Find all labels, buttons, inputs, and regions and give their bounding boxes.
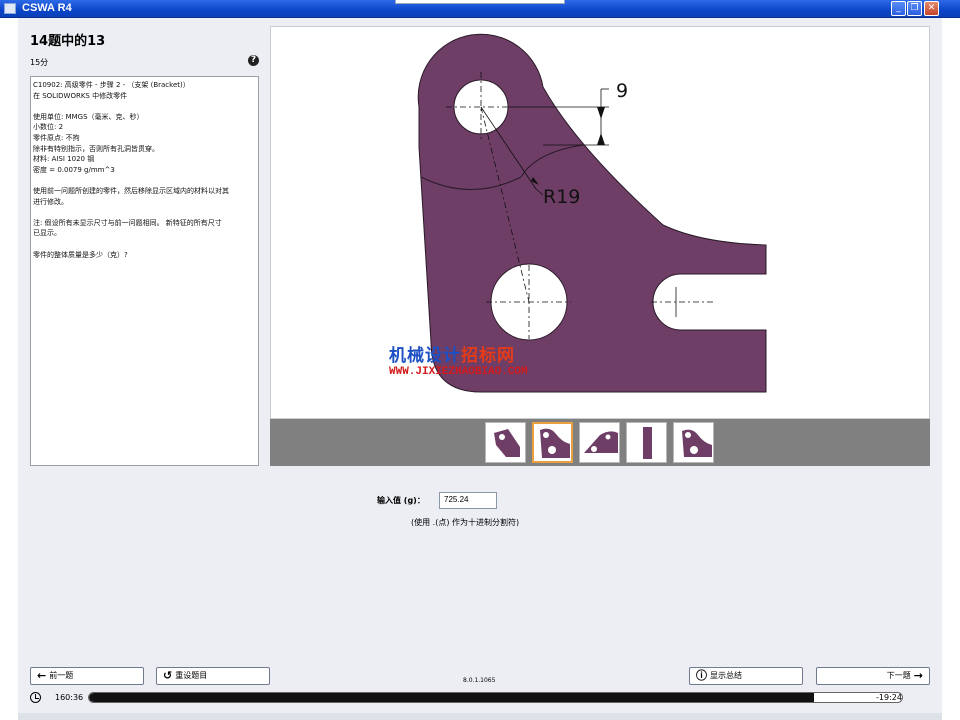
prompt-line: 密度 = 0.0079 g/mm^3 (33, 165, 115, 174)
question-prompt: C10902: 高级零件 - 步骤 2 - （支架 (Bracket)） 在 SO… (30, 76, 259, 466)
prompt-line: 除非有特别指示，否则所有孔洞皆贯穿。 (33, 144, 159, 153)
version-label: 8.0.1.1065 (463, 677, 496, 684)
remaining-time: -19:24 (876, 693, 902, 702)
thumbnail-strip (270, 419, 930, 466)
answer-label: 输入值 (g)： (377, 496, 425, 505)
dim-radius-label: R19 (543, 186, 580, 208)
thumb-back-icon (682, 429, 712, 457)
dim-arrow-up (597, 107, 605, 119)
prompt-line: 进行修改。 (33, 197, 68, 206)
prev-question-label: 前一题 (49, 671, 74, 680)
close-button[interactable]: ✕ (924, 1, 939, 16)
drawing-viewer: 9 R19 机械设计招标网 WWW.JIXIEZHAOBIAO.COM (270, 26, 930, 419)
timer-row: 160:36 -19:24 (30, 690, 932, 706)
answer-hint: (使用 .(点) 作为十进制分割符) (411, 518, 520, 527)
minimize-button[interactable]: _ (891, 1, 906, 16)
app-icon (4, 3, 16, 14)
dim-distance-label: 9 (616, 80, 628, 102)
show-summary-button[interactable]: ⓘ 显示总结 (689, 667, 803, 685)
restore-button[interactable]: ❐ (907, 1, 922, 16)
elapsed-time: 160:36 (55, 693, 84, 702)
window-titlebar: CSWA R4 _ ❐ ✕ (0, 0, 960, 18)
prompt-line (33, 239, 256, 250)
bracket-drawing: 9 R19 (417, 33, 767, 393)
prompt-line: C10902: 高级零件 - 步骤 2 - （支架 (Bracket)） (33, 81, 190, 89)
question-counter: 14题中的13 (30, 34, 106, 49)
thumbnail-view-4[interactable] (626, 422, 667, 463)
thumb-side-icon (584, 431, 618, 453)
clock-icon (30, 692, 41, 703)
time-progress-fill (89, 693, 815, 702)
bracket-part (417, 33, 767, 393)
show-summary-label: 显示总结 (710, 671, 742, 680)
thumbnail-view-3[interactable] (579, 422, 620, 463)
arrow-left-icon: ← (37, 669, 47, 682)
reset-question-label: 重设题目 (175, 671, 208, 680)
prompt-line: 材料: AISI 1020 钢 (33, 155, 95, 164)
prompt-line: 零件原点: 不拘 (33, 133, 80, 142)
window-title: CSWA R4 (22, 2, 72, 14)
reset-question-button[interactable]: ↺ 重设题目 (156, 667, 270, 685)
thumbnail-view-5[interactable] (673, 422, 714, 463)
prompt-line (33, 175, 256, 186)
prompt-line: 使用单位: MMGS（毫米、克、秒） (33, 112, 144, 121)
prev-question-button[interactable]: ← 前一题 (30, 667, 144, 685)
prompt-line: 零件的整体质量是多少（克）? (33, 250, 128, 259)
thumbnail-view-2[interactable] (532, 422, 573, 463)
help-circle-icon[interactable]: ? (248, 55, 259, 66)
horizontal-scrollbar[interactable] (18, 713, 942, 720)
prompt-line: 使用前一问题所创建的零件，然后移除显示区域内的材料以对其 (33, 186, 229, 195)
reset-icon: ↺ (163, 669, 173, 682)
thumb-front-icon (540, 428, 570, 458)
titlebar-overlay-field (395, 0, 565, 4)
question-points: 15分 (30, 58, 49, 67)
prompt-line (33, 207, 256, 218)
thumb-top-icon (643, 427, 652, 459)
prompt-line: 注: 假设所有未显示尺寸与前一问题相同。 新特征的所有尺寸 (33, 218, 222, 227)
watermark-cn-part1: 机械设计 (389, 346, 461, 366)
prompt-line: 已显示。 (33, 229, 61, 238)
prompt-line (33, 101, 256, 112)
thumb-iso-icon (494, 429, 520, 457)
watermark-url: WWW.JIXIEZHAOBIAO.COM (389, 366, 528, 378)
watermark-cn: 机械设计招标网 (389, 341, 515, 366)
watermark-cn-part2: 招标网 (461, 346, 515, 366)
dim-arrow-down (597, 133, 605, 145)
thumbnail-view-1[interactable] (485, 422, 526, 463)
prompt-line: 在 SOLIDWORKS 中修改零件 (33, 91, 128, 100)
prompt-line: 小数位: 2 (33, 123, 64, 132)
answer-input[interactable]: 725.24 (439, 492, 497, 509)
window-left-margin (0, 18, 18, 720)
time-progress-bar (88, 692, 903, 703)
next-question-label: 下一题 (886, 671, 911, 680)
arrow-right-icon: → (913, 669, 923, 682)
info-icon: ⓘ (696, 669, 707, 682)
next-question-button[interactable]: 下一题 → (816, 667, 930, 685)
